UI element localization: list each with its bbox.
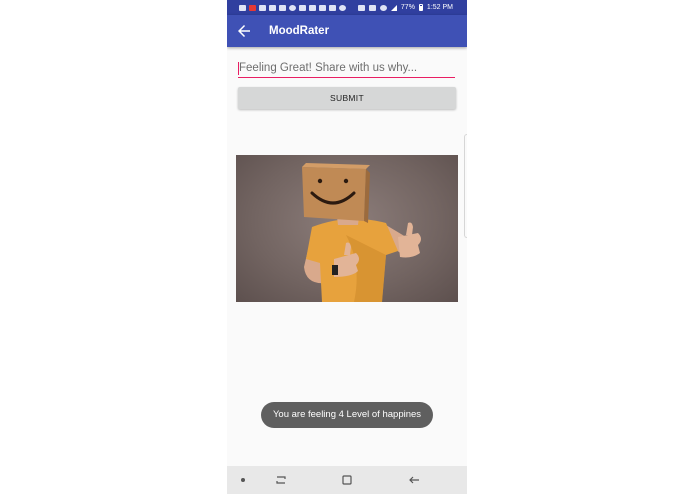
signal-icon [390, 4, 397, 11]
recent-apps-icon[interactable] [274, 473, 288, 487]
back-arrow-icon[interactable] [235, 22, 253, 40]
home-icon[interactable] [340, 473, 354, 487]
battery-percent: 77% [400, 4, 415, 11]
clock: 1:52 PM [426, 4, 453, 11]
app-notification-icon [249, 4, 256, 11]
message-icon [239, 4, 246, 11]
battery-icon [418, 4, 423, 11]
edge-panel-handle[interactable] [464, 134, 467, 238]
text-cursor [238, 62, 239, 75]
phone-screen: 77% 1:52 PM MoodRater SUBMIT [227, 0, 467, 494]
gallery-icon [319, 4, 326, 11]
download-icon [299, 4, 306, 11]
app-title: MoodRater [269, 25, 330, 37]
nav-dot-icon[interactable] [241, 478, 245, 482]
mic-icon [289, 4, 296, 11]
app-bar: MoodRater [227, 15, 467, 47]
more-icon [339, 4, 346, 11]
notification-icons [239, 0, 346, 15]
nfc-icon [368, 4, 376, 11]
mood-image [236, 155, 458, 302]
navigation-bar [227, 466, 467, 494]
submit-button[interactable]: SUBMIT [238, 87, 456, 109]
box-head-person-illustration [302, 163, 421, 302]
wifi-icon [379, 4, 387, 11]
email-icon [309, 4, 316, 11]
toast-message: You are feeling 4 Level of happines [261, 402, 433, 428]
image-icon [329, 4, 336, 11]
back-nav-icon[interactable] [407, 473, 421, 487]
email-icon [269, 4, 276, 11]
mood-input[interactable] [238, 58, 455, 78]
chat-icon [259, 4, 266, 11]
alarm-icon [357, 4, 365, 11]
status-bar: 77% 1:52 PM [227, 0, 467, 15]
video-icon [279, 4, 286, 11]
system-icons: 77% 1:52 PM [357, 0, 453, 15]
